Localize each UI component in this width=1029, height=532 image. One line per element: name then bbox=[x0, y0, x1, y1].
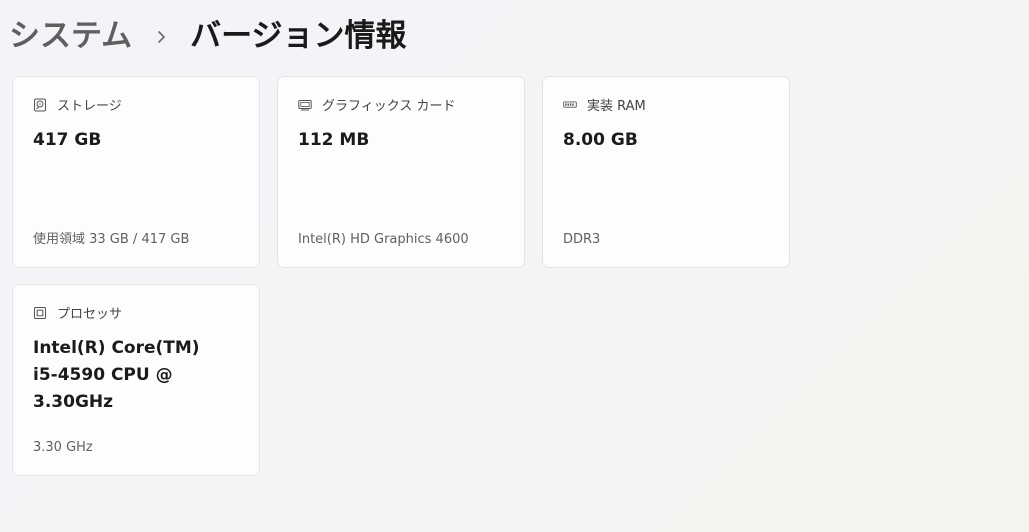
display-icon bbox=[298, 98, 312, 112]
processor-chip-icon bbox=[33, 306, 47, 320]
processor-value: Intel(R) Core(TM) i5-4590 CPU @ 3.30GHz bbox=[33, 338, 200, 412]
card-label: 実装 RAM bbox=[587, 99, 646, 114]
graphics-detail: Intel(R) HD Graphics 4600 bbox=[298, 232, 469, 247]
memory-value: 8.00 GB bbox=[563, 130, 638, 150]
storage-card: ストレージ 417 GB 使用領域 33 GB / 417 GB bbox=[12, 76, 260, 268]
card-label: ストレージ bbox=[57, 99, 122, 114]
chevron-right-icon bbox=[156, 28, 166, 43]
graphics-value: 112 MB bbox=[298, 130, 370, 150]
memory-detail: DDR3 bbox=[563, 232, 601, 247]
page-title: バージョン情報 bbox=[190, 17, 407, 54]
card-header: グラフィックス カード bbox=[298, 95, 455, 114]
storage-detail: 使用領域 33 GB / 417 GB bbox=[33, 232, 190, 247]
memory-ram-icon bbox=[563, 98, 577, 112]
card-label: グラフィックス カード bbox=[322, 99, 456, 114]
breadcrumb: システム バージョン情報 bbox=[9, 10, 406, 54]
graphics-card: グラフィックス カード 112 MB Intel(R) HD Graphics … bbox=[277, 76, 525, 268]
memory-card: 実装 RAM 8.00 GB DDR3 bbox=[542, 76, 790, 268]
card-header: 実装 RAM bbox=[563, 95, 646, 114]
card-header: プロセッサ bbox=[33, 303, 122, 322]
processor-detail: 3.30 GHz bbox=[33, 440, 93, 455]
card-header: ストレージ bbox=[33, 95, 122, 114]
breadcrumb-system-link[interactable]: システム bbox=[9, 10, 132, 55]
storage-value: 417 GB bbox=[33, 130, 102, 150]
processor-card: プロセッサ Intel(R) Core(TM) i5-4590 CPU @ 3.… bbox=[12, 284, 260, 476]
card-label: プロセッサ bbox=[57, 307, 123, 322]
storage-drive-icon bbox=[33, 98, 47, 112]
